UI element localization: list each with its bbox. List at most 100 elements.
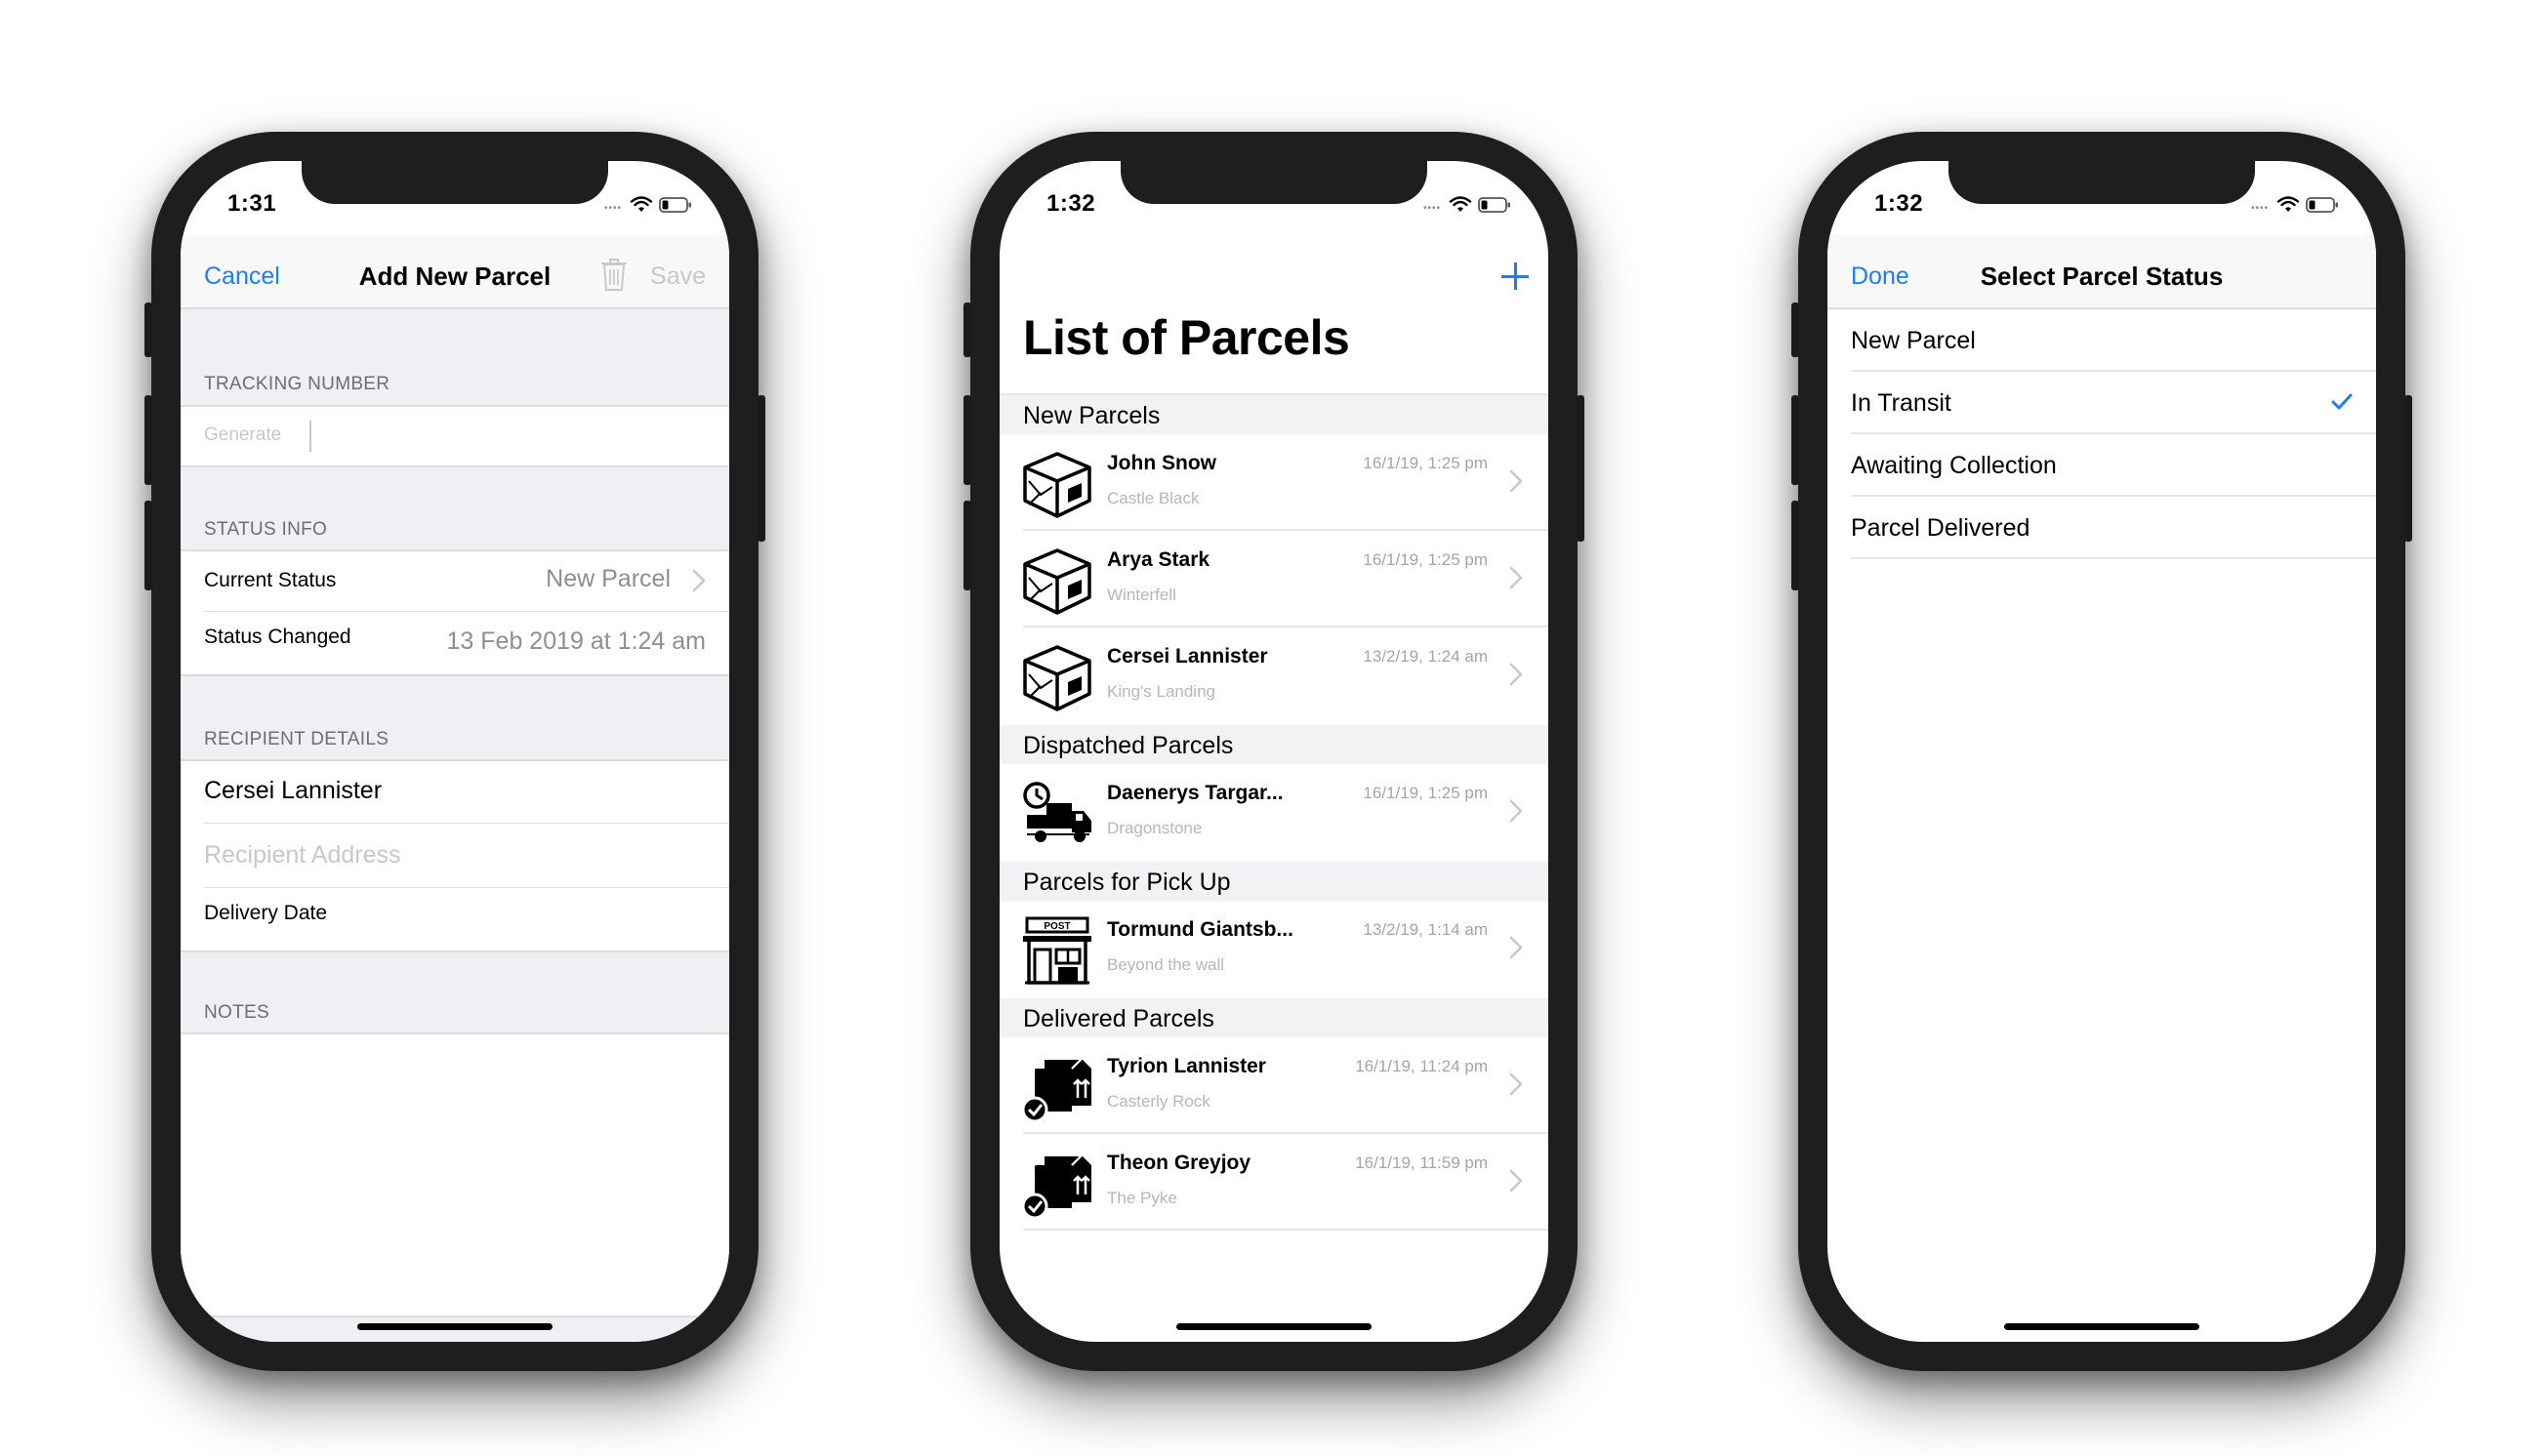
section-header-pick-up-parcels: Parcels for Pick Up [1000, 862, 1548, 901]
signal-icon: •••• [2250, 203, 2269, 214]
phone-select-status: 1:32 •••• Done Select Parcel Status New … [1791, 132, 2412, 1371]
parcel-cell-theon[interactable]: Theon Greyjoy The Pyke 16/1/19, 11:59 pm [1000, 1134, 1548, 1231]
status-changed-row: Status Changed 13 Feb 2019 at 1:24 am [181, 612, 729, 676]
battery-icon [2306, 196, 2339, 214]
option-label: Parcel Delivered [1851, 514, 2030, 542]
chevron-right-icon [692, 569, 706, 592]
notch [1121, 161, 1427, 204]
delivery-date-row[interactable]: Delivery Date [181, 888, 729, 952]
parcel-date: 16/1/19, 1:25 pm [1363, 454, 1488, 472]
delivered-box-icon [1021, 1051, 1093, 1123]
tracking-row: Generate [181, 405, 729, 467]
parcel-date: 16/1/19, 11:59 pm [1355, 1153, 1488, 1172]
parcel-cell-tyrion[interactable]: Tyrion Lannister Casterly Rock 16/1/19, … [1000, 1037, 1548, 1134]
recipient-name: John Snow [1107, 452, 1216, 474]
tracking-number-input[interactable] [309, 421, 311, 452]
recipient-name-row[interactable]: Cersei Lannister [181, 759, 729, 824]
recipient-location: Beyond the wall [1107, 955, 1225, 974]
wifi-icon [630, 196, 653, 214]
volume-up-button [964, 395, 971, 485]
recipient-name-field[interactable]: Cersei Lannister [204, 777, 382, 805]
section-header-dispatched-parcels: Dispatched Parcels [1000, 725, 1548, 764]
save-button[interactable]: Save [650, 263, 706, 291]
chevron-right-icon [1509, 566, 1523, 589]
mute-switch [1791, 303, 1799, 357]
volume-down-button [964, 501, 971, 590]
chevron-right-icon [1509, 936, 1523, 959]
volume-down-button [1791, 501, 1799, 590]
status-option-new-parcel[interactable]: New Parcel [1827, 309, 2376, 372]
wifi-icon [1449, 196, 1472, 214]
recipient-location: King's Landing [1107, 682, 1215, 701]
phone-list-of-parcels: 1:32 •••• List of Parcels New Parcels Jo… [964, 132, 1584, 1371]
mute-switch [144, 303, 152, 357]
section-header-tracking: TRACKING NUMBER [204, 374, 390, 394]
section-header-notes: NOTES [204, 1002, 269, 1023]
section-title: New Parcels [1023, 402, 1161, 429]
volume-up-button [1791, 395, 1799, 485]
section-title: Parcels for Pick Up [1023, 869, 1231, 896]
option-label: New Parcel [1851, 327, 1976, 354]
home-indicator[interactable] [2004, 1323, 2199, 1330]
status-option-parcel-delivered[interactable]: Parcel Delivered [1827, 497, 2376, 559]
status-option-awaiting-collection[interactable]: Awaiting Collection [1827, 434, 2376, 497]
mute-switch [964, 303, 971, 357]
recipient-location: Winterfell [1107, 586, 1176, 604]
box-icon [1021, 448, 1093, 520]
recipient-name: Cersei Lannister [1107, 645, 1268, 667]
parcel-cell-daenerys[interactable]: Daenerys Targar... Dragonstone 16/1/19, … [1000, 764, 1548, 861]
recipient-address-field[interactable]: Recipient Address [204, 841, 401, 870]
status-changed-label: Status Changed [204, 626, 351, 648]
chevron-right-icon [1509, 469, 1523, 493]
generate-button[interactable]: Generate [204, 425, 281, 446]
home-indicator[interactable] [357, 1323, 553, 1330]
screen-add-parcel: 1:31 •••• Cancel Add New Parcel Save TRA… [181, 161, 729, 1342]
home-indicator[interactable] [1176, 1323, 1372, 1330]
side-button [2404, 395, 2412, 542]
parcel-cell-arya-stark[interactable]: Arya Stark Winterfell 16/1/19, 1:25 pm [1000, 531, 1548, 627]
current-status-label: Current Status [204, 569, 337, 591]
current-status-row[interactable]: Current Status New Parcel [181, 549, 729, 612]
notch [302, 161, 608, 204]
trash-icon[interactable] [600, 257, 628, 292]
recipient-name: Tormund Giantsb... [1107, 918, 1293, 941]
add-parcel-button[interactable] [1501, 263, 1529, 290]
box-icon [1021, 545, 1093, 617]
recipient-name: Theon Greyjoy [1107, 1152, 1251, 1174]
notes-textarea[interactable] [181, 1032, 729, 1317]
parcel-date: 16/1/19, 11:24 pm [1355, 1057, 1488, 1075]
side-button [758, 395, 765, 542]
nav-bar: Done Select Parcel Status [1827, 235, 2376, 309]
post-office-icon [1021, 914, 1093, 987]
screen-select-status: 1:32 •••• Done Select Parcel Status New … [1827, 161, 2376, 1342]
section-header-new-parcels: New Parcels [1000, 395, 1548, 434]
recipient-name: Tyrion Lannister [1107, 1055, 1266, 1077]
recipient-address-row[interactable]: Recipient Address [181, 824, 729, 888]
signal-icon: •••• [1422, 203, 1441, 214]
box-icon [1021, 641, 1093, 713]
checkmark-icon [2331, 393, 2353, 410]
parcel-date: 16/1/19, 1:25 pm [1363, 784, 1488, 802]
recipient-name: Arya Stark [1107, 548, 1210, 571]
chevron-right-icon [1509, 1072, 1523, 1096]
volume-up-button [144, 395, 152, 485]
recipient-location: Castle Black [1107, 489, 1200, 507]
wifi-icon [2276, 196, 2300, 214]
status-option-in-transit[interactable]: In Transit [1827, 372, 2376, 434]
signal-icon: •••• [603, 203, 622, 214]
section-title: Dispatched Parcels [1023, 732, 1234, 759]
parcel-cell-tormund[interactable]: Tormund Giantsb... Beyond the wall 13/2/… [1000, 901, 1548, 997]
page-title: Add New Parcel [358, 262, 552, 291]
phone-add-parcel: 1:31 •••• Cancel Add New Parcel Save TRA… [144, 132, 765, 1371]
battery-icon [1478, 196, 1511, 214]
parcel-cell-cersei-lannister[interactable]: Cersei Lannister King's Landing 13/2/19,… [1000, 627, 1548, 724]
parcel-cell-john-snow[interactable]: John Snow Castle Black 16/1/19, 1:25 pm [1000, 434, 1548, 531]
status-time: 1:32 [1874, 190, 1924, 217]
delivery-date-label: Delivery Date [204, 902, 328, 924]
recipient-location: The Pyke [1107, 1189, 1177, 1207]
section-title: Delivered Parcels [1023, 1005, 1214, 1032]
option-label: Awaiting Collection [1851, 452, 2057, 479]
recipient-location: Casterly Rock [1107, 1092, 1210, 1111]
side-button [1577, 395, 1584, 542]
volume-down-button [144, 501, 152, 590]
